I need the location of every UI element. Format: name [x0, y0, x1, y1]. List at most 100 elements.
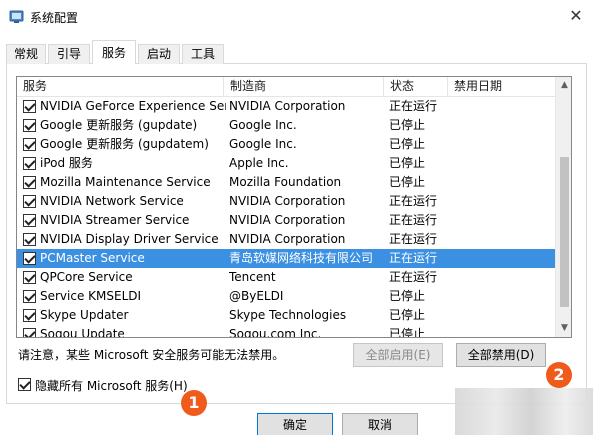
service-name: Mozilla Maintenance Service [40, 175, 211, 189]
service-checkbox[interactable] [23, 252, 36, 265]
service-disable-date [453, 249, 549, 268]
list-body: NVIDIA GeForce Experience Serv...NVIDIA … [17, 97, 555, 338]
service-vendor: NVIDIA Corporation [229, 232, 346, 246]
tab-boot[interactable]: 引导 [48, 44, 90, 64]
service-status: 已停止 [389, 118, 426, 132]
column-header-disable-date[interactable]: 禁用日期 [448, 77, 555, 97]
enable-all-button[interactable]: 全部启用(E) [353, 343, 443, 367]
service-checkbox[interactable] [23, 271, 36, 284]
table-row[interactable]: NVIDIA Streamer Service NVIDIA Corporatio… [17, 211, 555, 230]
tab-tools[interactable]: 工具 [182, 44, 224, 64]
watermark [455, 388, 593, 435]
service-checkbox[interactable] [23, 195, 36, 208]
service-checkbox[interactable] [23, 176, 36, 189]
service-vendor: @ByELDI [229, 289, 284, 303]
column-header-status[interactable]: 状态 [384, 77, 448, 97]
service-vendor: Google Inc. [229, 137, 297, 151]
service-disable-date [453, 268, 549, 287]
service-name: iPod 服务 [40, 156, 93, 170]
scroll-thumb[interactable] [560, 157, 569, 307]
tab-strip: 常规 引导 服务 启动 工具 [6, 40, 587, 65]
service-name: NVIDIA GeForce Experience Serv... [40, 99, 226, 113]
table-row[interactable]: NVIDIA Display Driver Service NVIDIA Corp… [17, 230, 555, 249]
microsoft-note: 请注意，某些 Microsoft 安全服务可能无法禁用。 [18, 348, 285, 362]
system-config-icon [9, 10, 24, 23]
disable-all-button[interactable]: 全部禁用(D) [456, 343, 546, 367]
service-disable-date [453, 211, 549, 230]
service-disable-date [453, 135, 549, 154]
cancel-button[interactable]: 取消 [342, 413, 418, 435]
service-name: Google 更新服务 (gupdate) [40, 118, 198, 132]
table-row[interactable]: Sogou Update Sogou.com Inc. 已停止 [17, 325, 555, 338]
hide-microsoft-checkbox[interactable] [18, 378, 31, 391]
service-vendor: Tencent [229, 270, 276, 284]
service-disable-date [453, 154, 549, 173]
service-disable-date [453, 116, 549, 135]
ok-button[interactable]: 确定 [257, 413, 333, 435]
table-row[interactable]: NVIDIA Network Service NVIDIA Corporation… [17, 192, 555, 211]
service-disable-date [453, 173, 549, 192]
service-vendor: Google Inc. [229, 118, 297, 132]
service-vendor: NVIDIA Corporation [229, 99, 346, 113]
close-icon[interactable]: ✕ [559, 0, 593, 34]
service-disable-date [453, 192, 549, 211]
tab-startup[interactable]: 启动 [138, 44, 180, 64]
list-header: 服务 制造商 状态 禁用日期 [17, 77, 555, 97]
window-title: 系统配置 [30, 11, 79, 25]
table-row[interactable]: Google 更新服务 (gupdate) Google Inc. 已停止 [17, 116, 555, 135]
services-list[interactable]: 服务 制造商 状态 禁用日期 NVIDIA GeForce Experience… [16, 76, 572, 338]
table-row[interactable]: NVIDIA GeForce Experience Serv...NVIDIA … [17, 97, 555, 116]
service-status: 已停止 [389, 156, 426, 170]
hide-microsoft-label: 隐藏所有 Microsoft 服务(H) [35, 379, 188, 393]
service-checkbox[interactable] [23, 138, 36, 151]
scroll-down-icon[interactable]: ▼ [556, 320, 571, 337]
service-vendor: NVIDIA Corporation [229, 194, 346, 208]
service-checkbox[interactable] [23, 100, 36, 113]
service-name: Service KMSELDI [40, 289, 142, 303]
service-status: 正在运行 [389, 232, 438, 246]
service-checkbox[interactable] [23, 214, 36, 227]
service-checkbox[interactable] [23, 119, 36, 132]
service-checkbox[interactable] [23, 233, 36, 246]
service-vendor: Mozilla Foundation [229, 175, 342, 189]
service-status: 已停止 [389, 327, 426, 338]
service-status: 正在运行 [389, 99, 438, 113]
service-status: 已停止 [389, 137, 426, 151]
service-vendor: 青岛软媒网络科技有限公司 [229, 251, 374, 265]
service-status: 已停止 [389, 175, 426, 189]
service-disable-date [453, 306, 549, 325]
service-disable-date [453, 230, 549, 249]
service-vendor: Skype Technologies [229, 308, 347, 322]
service-vendor: NVIDIA Corporation [229, 213, 346, 227]
table-row[interactable]: PCMaster Service 青岛软媒网络科技有限公司 正在运行 [17, 249, 555, 268]
service-checkbox[interactable] [23, 157, 36, 170]
service-disable-date [453, 287, 549, 306]
table-row[interactable]: QPCore Service Tencent 正在运行 [17, 268, 555, 287]
tab-general[interactable]: 常规 [6, 44, 46, 64]
table-row[interactable]: Skype Updater Skype Technologies 已停止 [17, 306, 555, 325]
column-header-service[interactable]: 服务 [17, 77, 224, 97]
annotation-badge-2: 2 [546, 362, 572, 388]
tab-services[interactable]: 服务 [92, 40, 136, 65]
column-header-vendor[interactable]: 制造商 [224, 77, 384, 97]
service-vendor: Apple Inc. [229, 156, 289, 170]
title-bar: 系统配置 ✕ [0, 0, 593, 34]
vertical-scrollbar[interactable]: ▲ ▼ [555, 77, 571, 337]
table-row[interactable]: Google 更新服务 (gupdatem) Google Inc. 已停止 [17, 135, 555, 154]
service-name: PCMaster Service [40, 251, 145, 265]
service-checkbox[interactable] [23, 309, 36, 322]
service-status: 正在运行 [389, 251, 438, 265]
annotation-badge-1: 1 [181, 390, 207, 416]
service-disable-date [453, 325, 549, 337]
service-checkbox[interactable] [23, 328, 36, 337]
table-row[interactable]: iPod 服务 Apple Inc. 已停止 [17, 154, 555, 173]
service-status: 正在运行 [389, 194, 438, 208]
scroll-up-icon[interactable]: ▲ [556, 77, 571, 94]
service-status: 已停止 [389, 308, 426, 322]
service-name: NVIDIA Display Driver Service [40, 232, 219, 246]
service-checkbox[interactable] [23, 290, 36, 303]
table-row[interactable]: Service KMSELDI @ByELDI 已停止 [17, 287, 555, 306]
table-row[interactable]: Mozilla Maintenance Service Mozilla Found… [17, 173, 555, 192]
service-name: Sogou Update [40, 327, 125, 338]
service-name: NVIDIA Network Service [40, 194, 184, 208]
